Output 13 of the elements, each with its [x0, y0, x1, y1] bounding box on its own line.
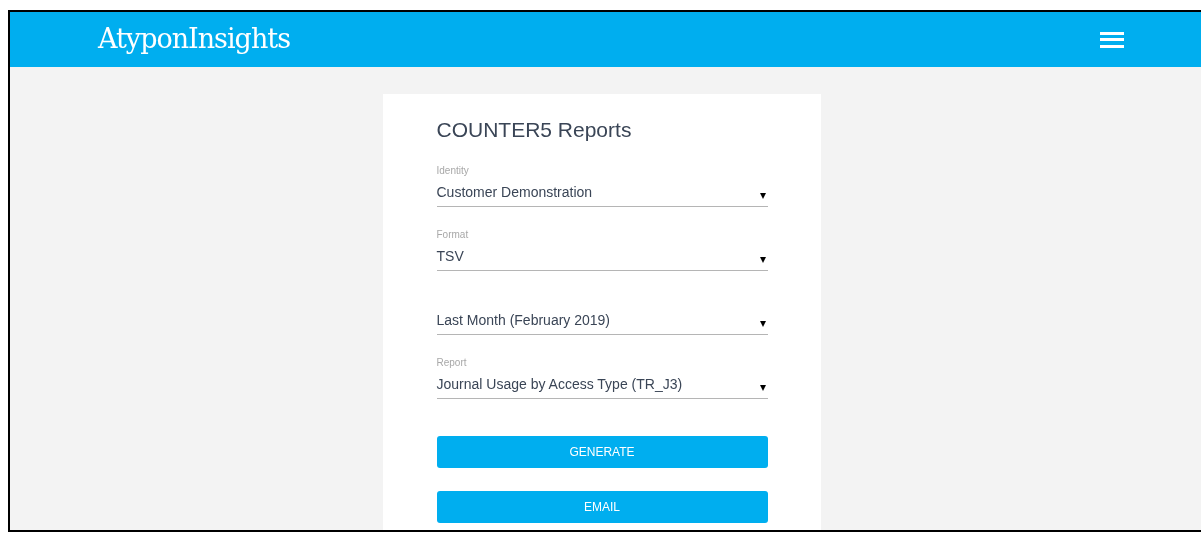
menu-icon[interactable]: [1100, 31, 1124, 48]
caret-icon: ▾: [759, 317, 766, 329]
card-title: COUNTER5 Reports: [436, 117, 633, 143]
select-field[interactable]: Last Month (February 2019) ▾: [436, 306, 768, 335]
field-label: Format: [436, 228, 470, 242]
select-field[interactable]: TSV ▾: [436, 242, 768, 271]
caret-icon: ▾: [759, 381, 766, 393]
select-field[interactable]: Customer Demonstration ▾: [436, 178, 768, 207]
select-field[interactable]: Journal Usage by Access Type (TR_J3) ▾: [436, 370, 768, 399]
field-label: Identity: [436, 164, 470, 178]
caret-icon: ▾: [759, 189, 766, 201]
field-label: Report: [436, 356, 468, 370]
caret-icon: ▾: [759, 253, 766, 265]
